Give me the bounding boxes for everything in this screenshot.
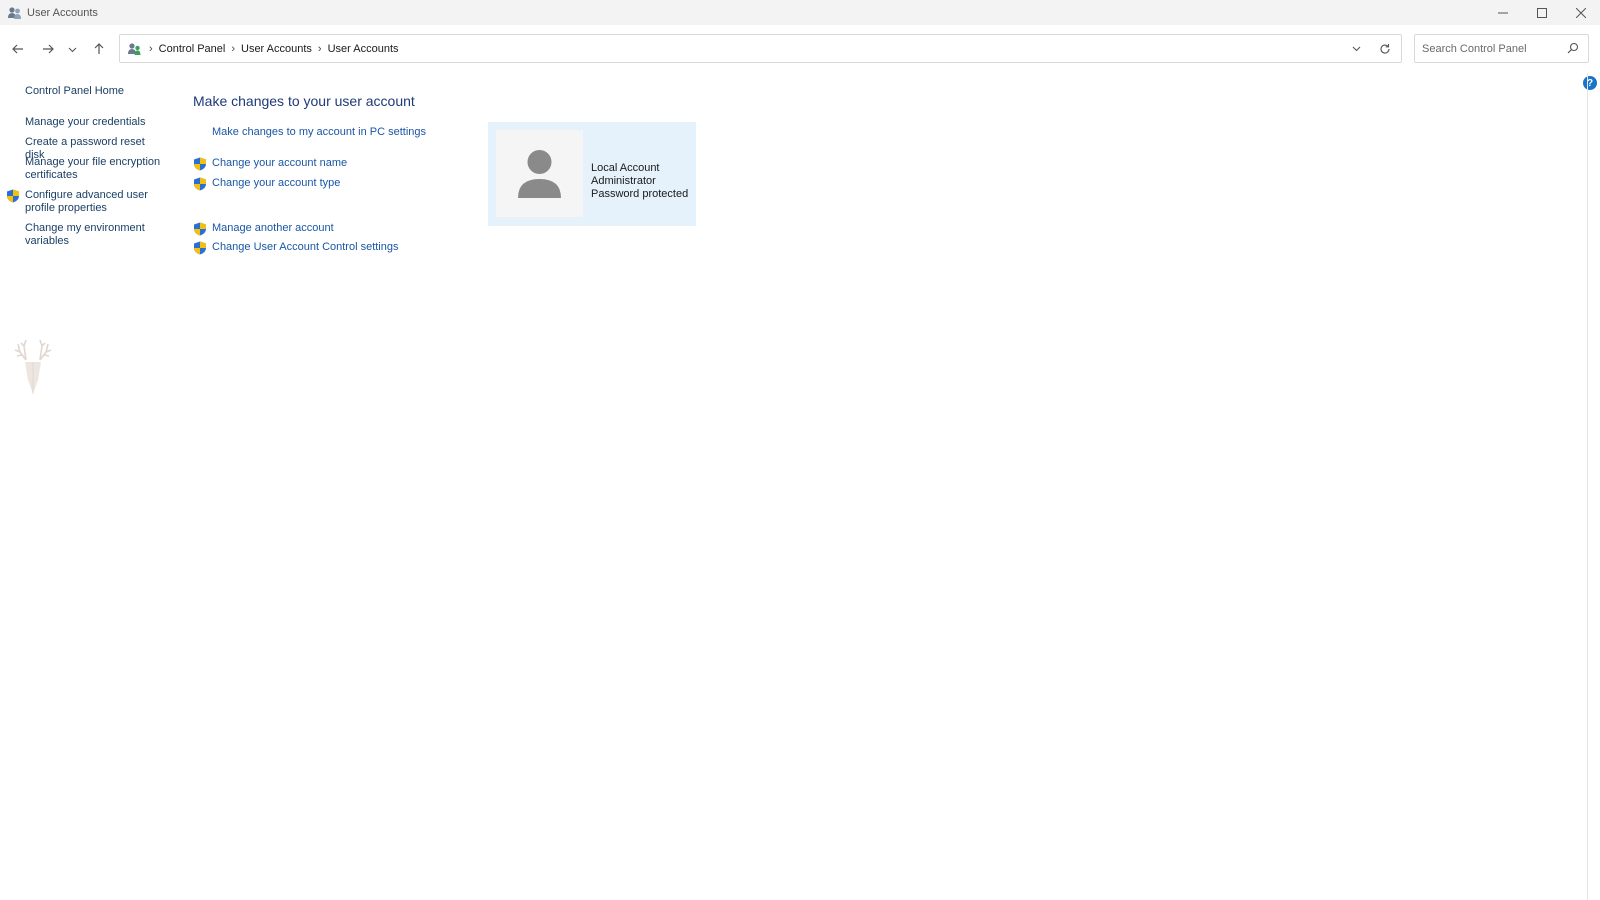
chevron-down-icon bbox=[1352, 46, 1360, 52]
title-bar: User Accounts bbox=[0, 0, 1600, 25]
address-history-button[interactable] bbox=[1343, 35, 1369, 62]
close-icon bbox=[1575, 7, 1586, 18]
help-icon[interactable]: ? bbox=[1583, 76, 1597, 90]
deer-watermark-icon bbox=[12, 338, 54, 401]
address-bar[interactable]: › Control Panel › User Accounts › User A… bbox=[119, 34, 1402, 63]
account-kind: Local Account bbox=[591, 162, 660, 174]
close-button[interactable] bbox=[1561, 0, 1600, 25]
account-role: Administrator bbox=[591, 175, 656, 187]
sidebar-item-manage-credentials[interactable]: Manage your credentials bbox=[25, 116, 165, 129]
search-box[interactable] bbox=[1414, 34, 1589, 63]
uac-shield-icon bbox=[193, 177, 207, 194]
user-avatar-icon bbox=[518, 150, 561, 198]
minimize-button[interactable] bbox=[1483, 0, 1522, 25]
manage-another-account-link[interactable]: Manage another account bbox=[212, 222, 334, 234]
refresh-button[interactable] bbox=[1369, 35, 1401, 62]
search-icon[interactable] bbox=[1567, 42, 1579, 57]
arrow-right-icon bbox=[43, 44, 54, 54]
avatar bbox=[496, 130, 583, 217]
breadcrumb-separator: › bbox=[317, 42, 322, 55]
uac-shield-icon bbox=[193, 157, 207, 174]
breadcrumb-separator: › bbox=[231, 42, 235, 55]
control-panel-icon bbox=[127, 41, 143, 57]
uac-shield-icon bbox=[193, 241, 207, 258]
change-account-type-link[interactable]: Change your account type bbox=[212, 177, 340, 189]
window-title: User Accounts bbox=[27, 6, 98, 19]
uac-shield-icon bbox=[193, 222, 207, 239]
page-title: Make changes to your user account bbox=[193, 93, 415, 109]
breadcrumb-user-accounts[interactable]: User Accounts bbox=[241, 43, 312, 55]
refresh-icon bbox=[1380, 43, 1390, 54]
maximize-icon bbox=[1536, 7, 1547, 18]
breadcrumb-user-accounts-current[interactable]: User Accounts bbox=[328, 43, 399, 55]
arrow-left-icon bbox=[12, 44, 23, 54]
change-account-name-link[interactable]: Change your account name bbox=[212, 157, 347, 169]
breadcrumb-separator: › bbox=[149, 42, 153, 55]
navigation-bar: › Control Panel › User Accounts › User A… bbox=[0, 25, 1600, 73]
back-button[interactable] bbox=[7, 38, 29, 60]
window-edge bbox=[1587, 73, 1588, 900]
forward-button[interactable] bbox=[37, 38, 59, 60]
account-card: Local Account Administrator Password pro… bbox=[488, 122, 696, 226]
sidebar-item-advanced-profile[interactable]: Configure advanced user profile properti… bbox=[25, 189, 165, 215]
search-input[interactable] bbox=[1422, 42, 1562, 55]
uac-shield-icon bbox=[6, 189, 20, 206]
maximize-button[interactable] bbox=[1522, 0, 1561, 25]
account-password-status: Password protected bbox=[591, 188, 689, 200]
up-button[interactable] bbox=[88, 38, 110, 60]
main-content: Make changes to your user account Make c… bbox=[180, 73, 1580, 900]
minimize-icon bbox=[1497, 12, 1508, 13]
user-accounts-icon bbox=[7, 5, 23, 21]
sidebar-item-control-panel-home[interactable]: Control Panel Home bbox=[25, 85, 165, 98]
account-details: Local Account Administrator Password pro… bbox=[591, 162, 688, 201]
arrow-up-icon bbox=[94, 43, 104, 54]
task-pane: Control Panel Home Manage your credentia… bbox=[0, 73, 180, 900]
window-controls bbox=[1483, 0, 1600, 25]
pc-settings-link[interactable]: Make changes to my account in PC setting… bbox=[212, 126, 426, 138]
breadcrumb-control-panel[interactable]: Control Panel bbox=[159, 43, 226, 55]
sidebar-item-environment-variables[interactable]: Change my environment variables bbox=[25, 222, 165, 248]
chevron-down-icon bbox=[68, 47, 76, 52]
uac-settings-link[interactable]: Change User Account Control settings bbox=[212, 241, 399, 253]
recent-locations-button[interactable] bbox=[64, 38, 80, 60]
sidebar-item-file-encryption[interactable]: Manage your file encryption certificates bbox=[25, 156, 165, 182]
